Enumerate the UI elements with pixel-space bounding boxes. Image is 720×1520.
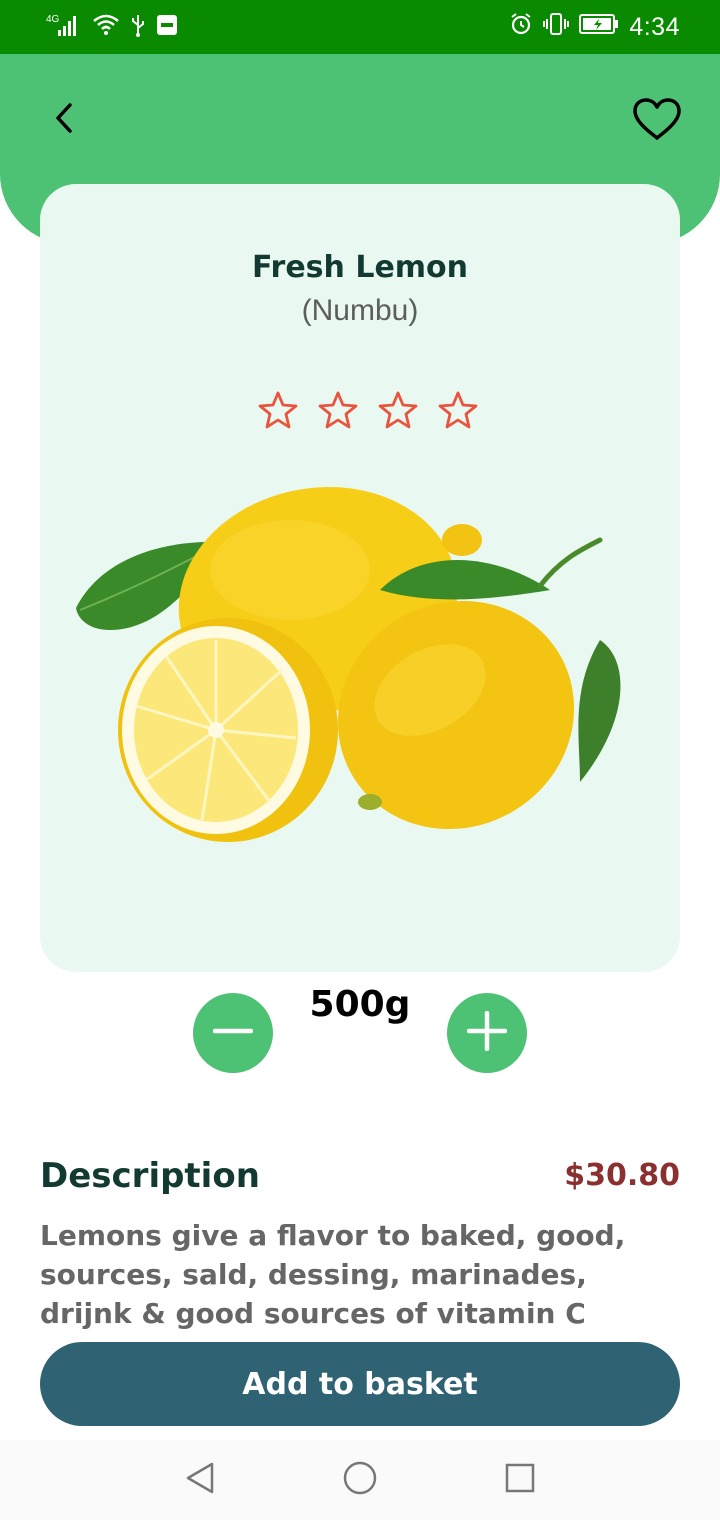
- wifi-icon: [92, 13, 120, 42]
- price-label: $30.80: [564, 1158, 680, 1193]
- product-local-name: (Numbu): [301, 294, 419, 327]
- vibrate-icon: [543, 12, 570, 43]
- rating-stars[interactable]: [258, 390, 478, 430]
- battery-icon: [579, 12, 619, 43]
- nav-back-icon: [184, 1461, 216, 1500]
- favorite-button[interactable]: [630, 94, 684, 148]
- add-to-basket-button[interactable]: Add to basket: [40, 1342, 680, 1426]
- description-line: sources, sald, dessing, marinades,: [40, 1258, 587, 1291]
- minus-icon: [212, 1011, 254, 1056]
- back-button[interactable]: [40, 96, 88, 144]
- nav-recent-icon: [504, 1462, 536, 1499]
- status-left: 4G: [46, 12, 178, 43]
- description-title: Description: [40, 1156, 260, 1196]
- plus-icon: [466, 1010, 508, 1056]
- product-title: Fresh Lemon: [251, 250, 469, 285]
- system-nav-bar: [0, 1440, 720, 1520]
- chevron-left-icon: [52, 102, 76, 139]
- nav-home-icon: [342, 1460, 378, 1501]
- lemons-image: [76, 487, 621, 842]
- nav-recent-button[interactable]: [500, 1460, 540, 1500]
- nav-home-button[interactable]: [340, 1460, 380, 1500]
- star-icon[interactable]: [318, 390, 358, 430]
- alarm-icon: [509, 12, 533, 43]
- increase-quantity-button[interactable]: [447, 993, 527, 1073]
- nav-back-button[interactable]: [180, 1460, 220, 1500]
- description-line: Lemons give a flavor to baked, good,: [40, 1219, 626, 1252]
- sms-icon: [156, 14, 178, 41]
- star-icon[interactable]: [378, 390, 418, 430]
- decrease-quantity-button[interactable]: [193, 993, 273, 1073]
- product-card: Fresh Lemon (Numbu): [40, 184, 680, 972]
- usb-icon: [130, 13, 146, 42]
- status-time: 4:34: [629, 13, 680, 41]
- network-type-label: 4G: [46, 14, 60, 25]
- description-line: drijnk & good sources of vitamin C: [40, 1297, 586, 1330]
- quantity-value: 500g: [309, 984, 411, 1025]
- status-bar: 4G 4:34: [0, 0, 720, 54]
- star-icon[interactable]: [258, 390, 298, 430]
- heart-icon: [632, 97, 682, 146]
- signal-icon: 4G: [46, 12, 82, 43]
- star-icon[interactable]: [438, 390, 478, 430]
- status-right: 4:34: [509, 12, 680, 43]
- description-text: Lemons give a flavor to baked, good, sou…: [40, 1216, 690, 1333]
